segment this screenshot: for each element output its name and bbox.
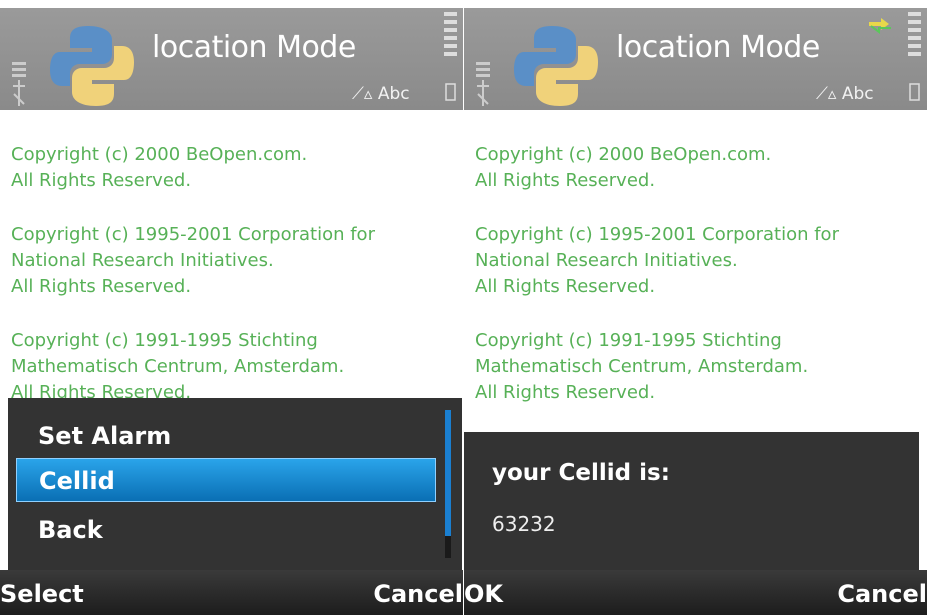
softkey-bar: OK Cancel	[464, 570, 927, 615]
copyright-line: Copyright (c) 1995-2001 Corporation for …	[475, 224, 839, 297]
copyright-line: Copyright (c) 2000 BeOpen.com. All Right…	[475, 144, 772, 191]
select-softkey[interactable]: Select	[0, 580, 84, 608]
signal-icon	[12, 62, 26, 106]
copyright-text: Copyright (c) 2000 BeOpen.com. All Right…	[11, 142, 451, 434]
copyright-line: Copyright (c) 1995-2001 Corporation for …	[11, 224, 375, 297]
softkey-bar: Select Cancel	[0, 570, 463, 615]
input-mode-indicator: ⟋▵ Abc	[816, 84, 874, 104]
input-mode-label: Abc	[377, 84, 410, 104]
options-menu: Set Alarm Cellid Back	[8, 398, 462, 570]
scrollbar-thumb[interactable]	[445, 410, 451, 536]
title-bar: location Mode ⟋▵ Abc	[464, 8, 927, 110]
data-arrows-icon	[869, 18, 891, 34]
signal-icon	[476, 62, 490, 106]
battery-icon	[908, 12, 921, 101]
app-title: location Mode	[616, 30, 820, 65]
app-title: location Mode	[152, 30, 356, 65]
input-mode-label: Abc	[841, 84, 874, 104]
python-logo-icon	[514, 26, 598, 106]
python-logo-icon	[50, 26, 134, 106]
title-bar: location Mode ⟋▵ Abc	[0, 8, 463, 110]
pen-icon: ⟋▵	[816, 84, 837, 104]
copyright-line: Copyright (c) 1991-1995 Stichting Mathem…	[475, 330, 809, 403]
cellid-dialog: your Cellid is: 63232	[464, 432, 919, 570]
ok-softkey[interactable]: OK	[464, 580, 503, 608]
cancel-softkey[interactable]: Cancel	[373, 580, 463, 608]
menu-item-set-alarm[interactable]: Set Alarm	[16, 414, 436, 458]
input-mode-indicator: ⟋▵ Abc	[352, 84, 410, 104]
pen-icon: ⟋▵	[352, 84, 373, 104]
copyright-text: Copyright (c) 2000 BeOpen.com. All Right…	[475, 142, 915, 434]
left-phone-screen: location Mode ⟋▵ Abc Copyright (c) 2000 …	[0, 0, 463, 615]
menu-scrollbar[interactable]	[445, 410, 451, 558]
menu-item-back[interactable]: Back	[16, 508, 436, 552]
copyright-line: Copyright (c) 1991-1995 Stichting Mathem…	[11, 330, 345, 403]
right-phone-screen: location Mode ⟋▵ Abc Copyright (c) 2000 …	[464, 0, 927, 615]
menu-item-cellid[interactable]: Cellid	[16, 458, 436, 502]
dialog-title: your Cellid is:	[492, 460, 670, 486]
battery-icon	[444, 12, 457, 101]
cancel-softkey[interactable]: Cancel	[837, 580, 927, 608]
copyright-line: Copyright (c) 2000 BeOpen.com. All Right…	[11, 144, 308, 191]
cellid-value: 63232	[492, 512, 556, 536]
